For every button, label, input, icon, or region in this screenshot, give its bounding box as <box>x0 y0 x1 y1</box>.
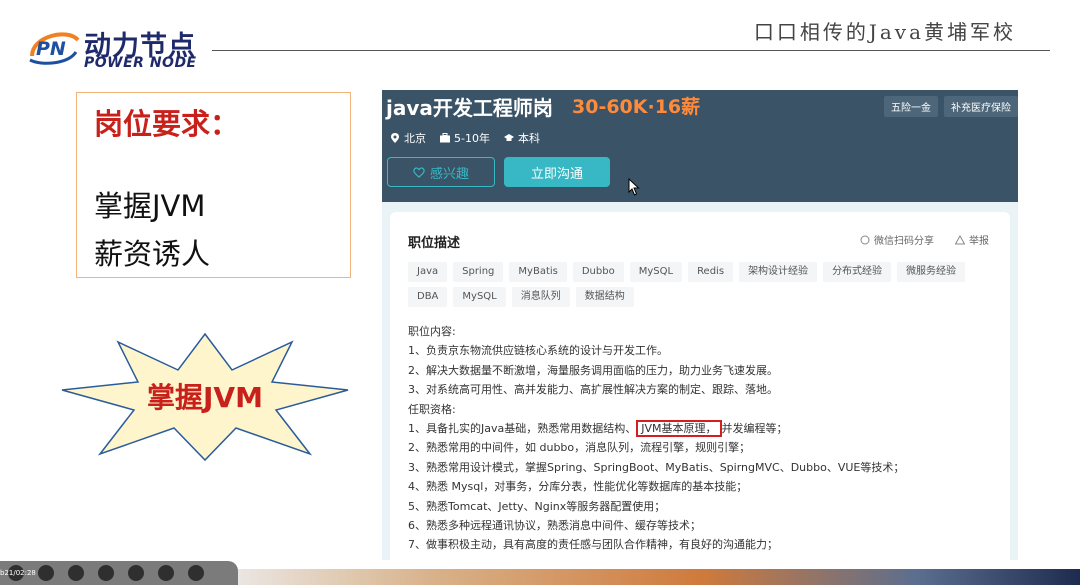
header-slogan: 口口相传的Java黄埔军校 <box>753 20 1016 44</box>
starburst-text: 掌握JVM <box>147 381 263 414</box>
qualification-line: 4、熟悉 Mysql，对事务，分库分表，性能优化等数据库的基本技能； <box>408 480 748 494</box>
report-link[interactable]: 举报 <box>955 232 989 247</box>
interest-button[interactable]: 感兴趣 <box>387 157 495 187</box>
job-meta: 北京 5-10年 本科 <box>390 130 540 146</box>
mouse-cursor-icon <box>628 178 640 196</box>
chat-now-button[interactable]: 立即沟通 <box>504 157 610 187</box>
graduation-cap-icon <box>503 134 514 141</box>
report-label: 举报 <box>969 236 989 247</box>
requirement-item: 掌握JVM <box>94 189 206 223</box>
benefit-tag: 五险一金 <box>884 96 938 117</box>
qualification-line-jvm: 1、具备扎实的Java基础，熟悉常用数据结构、 JVM基本原理， 并发编程等； <box>408 419 1008 438</box>
requirement-item: 薪资诱人 <box>94 237 211 271</box>
content-line: 2、解决大数据量不断激增，海量服务调用面临的压力，助力业务飞速发展。 <box>408 363 778 377</box>
interest-button-label: 感兴趣 <box>429 166 469 182</box>
briefcase-icon <box>440 133 450 143</box>
requirements-title: 岗位要求： <box>94 107 240 141</box>
content-header: 职位内容: <box>408 325 456 338</box>
skill-tag: 消息队列 <box>511 287 570 307</box>
content-line: 3、对系统高可用性、高并发能力、高扩展性解决方案的制定、跟踪、落地。 <box>408 383 778 397</box>
skill-tag: Redis <box>688 262 734 282</box>
job-location: 北京 <box>390 130 426 146</box>
experience-text: 5-10年 <box>454 132 490 145</box>
heart-icon <box>413 166 425 178</box>
skill-tag: MyBatis <box>509 262 567 282</box>
qualification-line: 6、熟悉多种远程通讯协议，熟悉消息中间件、缓存等技术； <box>408 518 701 532</box>
qualification-text: 并发编程等； <box>721 421 788 435</box>
qualification-line: 3、熟悉常用设计模式，掌握Spring、SpringBoot、MyBatis、S… <box>408 460 905 474</box>
description-title: 职位描述 <box>408 236 461 251</box>
skill-tag: MySQL <box>453 287 506 307</box>
svg-text:PN: PN <box>36 38 66 60</box>
logo-english-text: POWER NODE <box>84 55 197 71</box>
camera-icon[interactable] <box>128 565 144 581</box>
playback-time: b21/02:28 <box>0 569 36 577</box>
skill-tag: Dubbo <box>572 262 624 282</box>
skill-tag: 微服务经验 <box>897 262 966 282</box>
education-text: 本科 <box>517 132 540 145</box>
qualification-line: 2、熟悉常用的中间件，如 dubbo，消息队列，流程引擎，规则引擎； <box>408 441 751 455</box>
pen-icon[interactable] <box>68 565 84 581</box>
job-title: java开发工程师岗 <box>386 96 553 120</box>
qualification-text: 1、具备扎实的Java基础，熟悉常用数据结构、 <box>408 421 637 435</box>
description-content: 职位内容: 1、负责京东物流供应链核心系统的设计与开发工作。 2、解决大数据量不… <box>408 322 1008 555</box>
skill-tag: Spring <box>453 262 504 282</box>
location-pin-icon <box>391 133 399 143</box>
more-icon[interactable] <box>158 565 174 581</box>
benefit-tags: 五险一金 补充医疗保险 <box>884 96 1018 117</box>
skill-tags: Java Spring MyBatis Dubbo MySQL Redis 架构… <box>408 262 998 307</box>
skill-tag: MySQL <box>629 262 683 282</box>
collapse-icon[interactable] <box>188 565 204 581</box>
header-divider <box>212 50 1050 51</box>
play-icon[interactable] <box>38 565 54 581</box>
jvm-highlight-box: JVM基本原理， <box>636 419 722 437</box>
skill-tag: DBA <box>408 287 448 307</box>
job-header: java开发工程师岗 30-60K·16薪 五险一金 补充医疗保险 北京 5-1… <box>382 90 1018 202</box>
qualification-line: 5、熟悉Tomcat、Jetty、Nginx等服务器配置使用； <box>408 499 666 513</box>
job-experience: 5-10年 <box>440 130 490 146</box>
skill-tag: 分布式经验 <box>823 262 892 282</box>
pn-logo-icon: PN <box>29 32 80 65</box>
job-salary: 30-60K·16薪 <box>572 96 701 118</box>
content-line: 1、负责京东物流供应链核心系统的设计与开发工作。 <box>408 344 668 358</box>
skill-tag: Java <box>408 262 448 282</box>
location-text: 北京 <box>404 132 426 145</box>
job-description-card: 职位描述 微信扫码分享 举报 Java Spring MyBatis Dubbo… <box>390 212 1010 560</box>
wechat-share-link[interactable]: 微信扫码分享 <box>860 232 934 247</box>
skill-tag: 架构设计经验 <box>739 262 818 282</box>
qualification-header: 任职资格: <box>408 402 456 416</box>
screenshot-icon[interactable] <box>98 565 114 581</box>
job-education: 本科 <box>503 130 540 146</box>
qualification-line: 7、做事积极主动，具有高度的责任感与团队合作精神，有良好的沟通能力； <box>408 538 778 552</box>
player-toolbar: b21/02:28 <box>0 561 238 585</box>
requirements-box: 岗位要求： 掌握JVM 薪资诱人 <box>76 92 351 278</box>
warning-icon <box>955 234 965 244</box>
chat-bubble-icon <box>860 235 870 244</box>
benefit-tag: 补充医疗保险 <box>944 96 1018 117</box>
job-posting-panel: java开发工程师岗 30-60K·16薪 五险一金 补充医疗保险 北京 5-1… <box>382 90 1018 560</box>
power-node-logo: PN 动力节点 POWER NODE <box>28 22 228 72</box>
skill-tag: 数据结构 <box>575 287 634 307</box>
share-label: 微信扫码分享 <box>874 236 934 247</box>
